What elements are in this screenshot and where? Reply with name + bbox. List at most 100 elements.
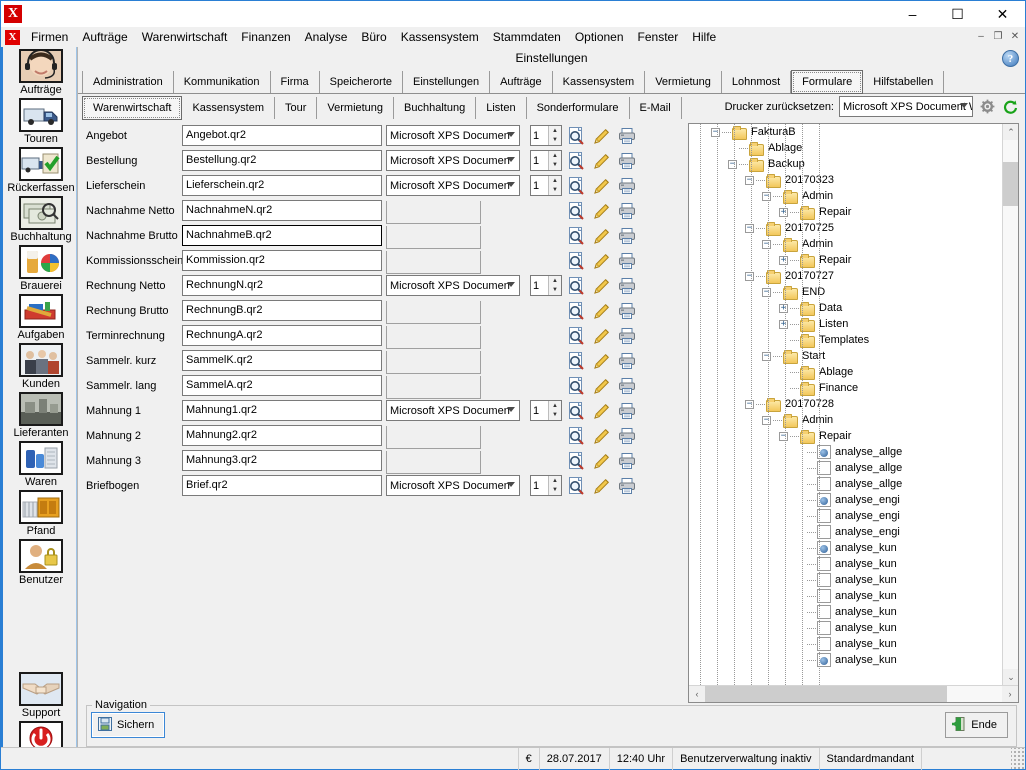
collapse-icon[interactable]: − — [762, 415, 771, 425]
tree-horizontal-scrollbar[interactable]: ‹ › — [689, 685, 1018, 702]
tree-node[interactable]: − FakturaB — [689, 124, 1002, 140]
printer-icon[interactable] — [617, 326, 637, 346]
tree-node[interactable]: analyse_engi — [689, 492, 1002, 508]
copies-stepper[interactable]: 1 ▲ ▼ — [530, 400, 562, 421]
tree-node[interactable]: Ablage — [689, 140, 1002, 156]
sidebar-item-support[interactable]: Support — [3, 672, 76, 720]
sidebar-item-lieferanten[interactable]: Lieferanten — [3, 392, 76, 440]
save-button[interactable]: Sichern — [91, 712, 166, 738]
menu-item-fenster[interactable]: Fenster — [631, 28, 686, 46]
sidebar-item-buchhaltung[interactable]: Buchhaltung — [3, 196, 76, 244]
edit-pencil-icon[interactable] — [592, 476, 612, 496]
printer-icon[interactable] — [617, 476, 637, 496]
tree-node[interactable]: analyse_kun — [689, 540, 1002, 556]
menu-item-firmen[interactable]: Firmen — [24, 28, 75, 46]
form-file-input[interactable]: Angebot.qr2 — [182, 125, 382, 146]
window-close-button[interactable]: ✕ — [980, 1, 1025, 27]
tab-kommunikation[interactable]: Kommunikation — [174, 71, 271, 93]
tree-node[interactable]: − END — [689, 284, 1002, 300]
stepper-buttons[interactable]: ▲ ▼ — [548, 151, 561, 170]
menu-item-warenwirtschaft[interactable]: Warenwirtschaft — [135, 28, 235, 46]
edit-pencil-icon[interactable] — [592, 226, 612, 246]
tree-node[interactable]: − 20170725 — [689, 220, 1002, 236]
printer-icon[interactable] — [617, 226, 637, 246]
printer-icon[interactable] — [617, 426, 637, 446]
sidebar-item-waren[interactable]: Waren — [3, 441, 76, 489]
expand-icon[interactable]: + — [779, 255, 788, 265]
stepper-buttons[interactable]: ▲ ▼ — [548, 126, 561, 145]
horizontal-scroll-thumb[interactable] — [705, 686, 947, 702]
sidebar-item-aufgaben[interactable]: Aufgaben — [3, 294, 76, 342]
collapse-icon[interactable]: − — [745, 175, 754, 185]
copies-stepper[interactable]: 1 ▲ ▼ — [530, 150, 562, 171]
preview-magnifier-icon[interactable] — [567, 451, 587, 471]
collapse-icon[interactable]: − — [745, 399, 754, 409]
stepper-up-icon[interactable]: ▲ — [549, 476, 561, 486]
printer-reset-combo[interactable]: Microsoft XPS Document W — [839, 96, 973, 117]
tree-node[interactable]: analyse_kun — [689, 556, 1002, 572]
vertical-scroll-thumb[interactable] — [1003, 162, 1018, 206]
printer-icon[interactable] — [617, 276, 637, 296]
stepper-buttons[interactable]: ▲ ▼ — [548, 276, 561, 295]
tree-node[interactable]: Ablage — [689, 364, 1002, 380]
tree-node[interactable]: analyse_kun — [689, 604, 1002, 620]
menu-item-finanzen[interactable]: Finanzen — [234, 28, 297, 46]
tree-vertical-scrollbar[interactable]: ⌃ ⌄ — [1002, 124, 1018, 685]
vertical-scroll-track[interactable] — [1003, 140, 1018, 669]
scroll-down-button[interactable]: ⌄ — [1003, 669, 1018, 685]
tree-node[interactable]: − 20170728 — [689, 396, 1002, 412]
tree-node[interactable]: + Listen — [689, 316, 1002, 332]
tree-node[interactable]: − 20170323 — [689, 172, 1002, 188]
copies-stepper[interactable]: 1 ▲ ▼ — [530, 275, 562, 296]
subtab-email[interactable]: E-Mail — [630, 97, 682, 119]
edit-pencil-icon[interactable] — [592, 401, 612, 421]
edit-pencil-icon[interactable] — [592, 326, 612, 346]
tree-node[interactable]: analyse_kun — [689, 636, 1002, 652]
tab-kassensystem[interactable]: Kassensystem — [553, 71, 646, 93]
preview-magnifier-icon[interactable] — [567, 226, 587, 246]
stepper-down-icon[interactable]: ▼ — [549, 185, 561, 195]
tree-node[interactable]: analyse_allge — [689, 444, 1002, 460]
sidebar-item-touren[interactable]: Touren — [3, 98, 76, 146]
horizontal-scroll-track[interactable] — [705, 686, 1002, 702]
menu-item-hilfe[interactable]: Hilfe — [685, 28, 723, 46]
stepper-up-icon[interactable]: ▲ — [549, 401, 561, 411]
tree-node[interactable]: analyse_allge — [689, 460, 1002, 476]
tab-formulare[interactable]: Formulare — [791, 70, 864, 94]
edit-pencil-icon[interactable] — [592, 451, 612, 471]
collapse-icon[interactable]: − — [762, 191, 771, 201]
printer-combo[interactable]: Microsoft XPS Documen — [386, 150, 520, 171]
mdi-restore-button[interactable]: ❐ — [990, 29, 1006, 44]
tab-einstellungen[interactable]: Einstellungen — [403, 71, 491, 93]
preview-magnifier-icon[interactable] — [567, 426, 587, 446]
menu-item-auftraege[interactable]: Aufträge — [75, 28, 134, 46]
edit-pencil-icon[interactable] — [592, 276, 612, 296]
menu-item-buero[interactable]: Büro — [354, 28, 393, 46]
copies-stepper[interactable]: 1 ▲ ▼ — [530, 475, 562, 496]
printer-icon[interactable] — [617, 251, 637, 271]
tree-node[interactable]: − Admin — [689, 188, 1002, 204]
gear-icon[interactable] — [978, 98, 996, 116]
sidebar-item-pfand[interactable]: Pfand — [3, 490, 76, 538]
tree-node[interactable]: analyse_kun — [689, 620, 1002, 636]
form-file-input[interactable]: SammelA.qr2 — [182, 375, 382, 396]
form-file-input[interactable]: Brief.qr2 — [182, 475, 382, 496]
preview-magnifier-icon[interactable] — [567, 276, 587, 296]
printer-combo[interactable]: Microsoft XPS Documen — [386, 400, 520, 421]
form-file-input[interactable]: Mahnung2.qr2 — [182, 425, 382, 446]
menu-item-optionen[interactable]: Optionen — [568, 28, 631, 46]
preview-magnifier-icon[interactable] — [567, 201, 587, 221]
stepper-down-icon[interactable]: ▼ — [549, 285, 561, 295]
tree-node[interactable]: + Data — [689, 300, 1002, 316]
menu-item-analyse[interactable]: Analyse — [298, 28, 355, 46]
tree-node[interactable]: + Repair — [689, 204, 1002, 220]
subtab-warenwirtschaft[interactable]: Warenwirtschaft — [82, 96, 183, 120]
edit-pencil-icon[interactable] — [592, 351, 612, 371]
edit-pencil-icon[interactable] — [592, 426, 612, 446]
copies-stepper[interactable]: 1 ▲ ▼ — [530, 175, 562, 196]
menu-item-stammdaten[interactable]: Stammdaten — [486, 28, 568, 46]
preview-magnifier-icon[interactable] — [567, 251, 587, 271]
tree-node[interactable]: + Repair — [689, 252, 1002, 268]
tree-node[interactable]: analyse_kun — [689, 572, 1002, 588]
tree-node[interactable]: analyse_engi — [689, 508, 1002, 524]
